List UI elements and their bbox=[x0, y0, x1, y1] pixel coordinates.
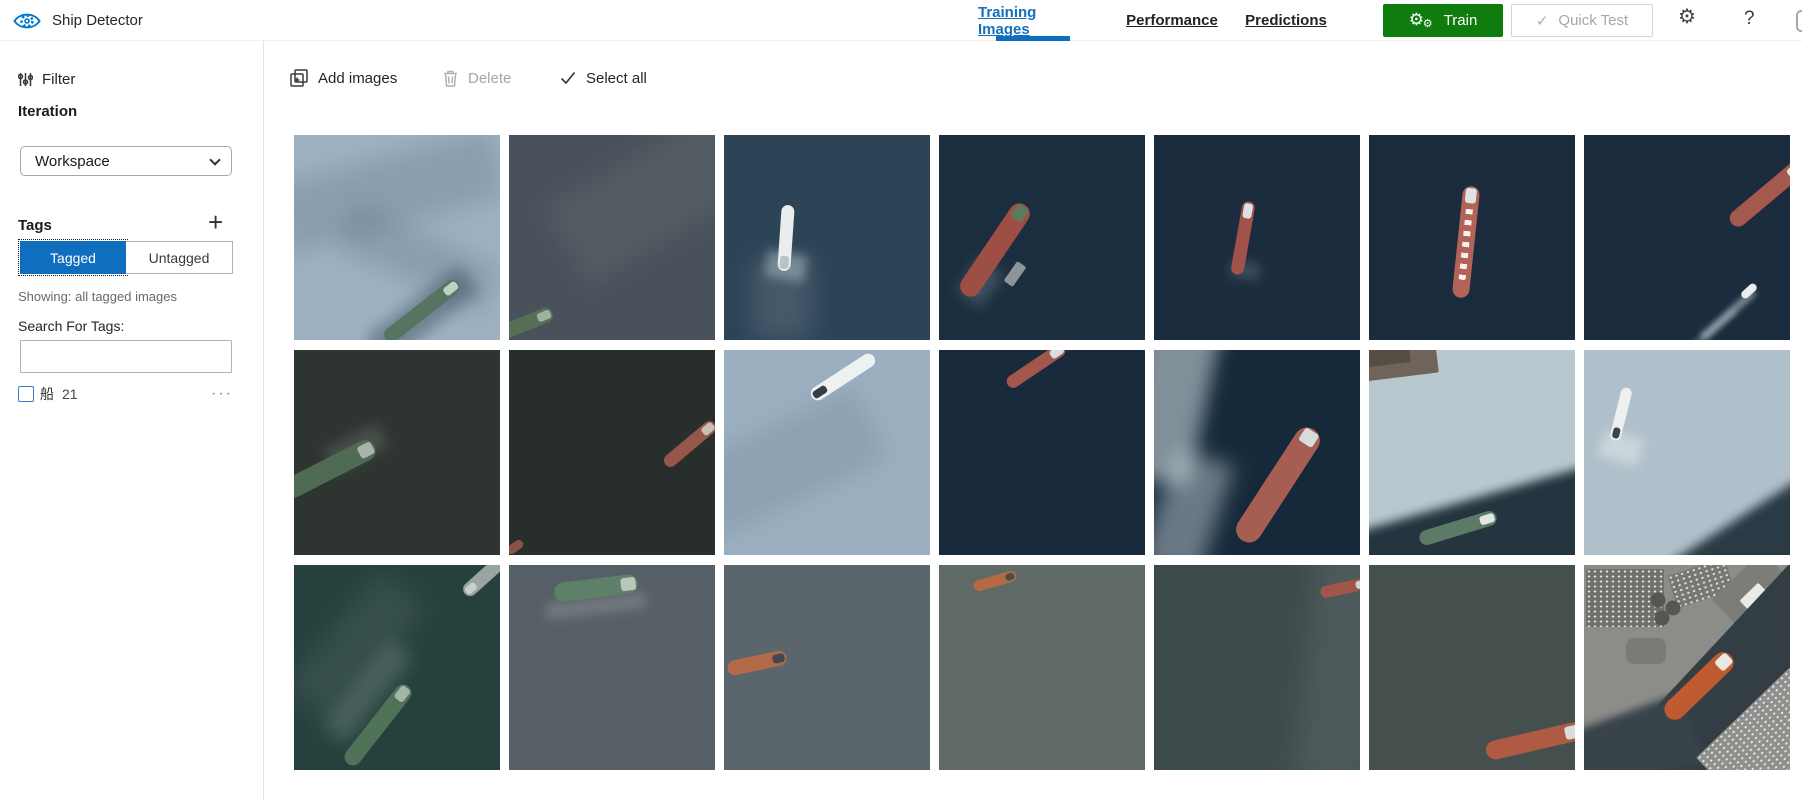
water-feature bbox=[544, 135, 715, 286]
ship bbox=[509, 537, 526, 555]
water-feature bbox=[1625, 638, 1666, 665]
tag-more-menu-icon[interactable]: ··· bbox=[211, 386, 233, 402]
training-image-thumbnail[interactable] bbox=[724, 350, 930, 555]
checkmark-icon: ✓ bbox=[1535, 12, 1549, 30]
custom-vision-eye-logo bbox=[12, 8, 42, 34]
ship bbox=[1609, 386, 1633, 442]
delete-button[interactable]: Delete bbox=[443, 62, 511, 94]
training-image-thumbnail[interactable] bbox=[724, 565, 930, 770]
showing-status-text: Showing: all tagged images bbox=[18, 289, 177, 304]
ship bbox=[1451, 185, 1481, 299]
harbor-tank-shape bbox=[1654, 610, 1670, 626]
water-feature bbox=[724, 386, 889, 540]
tag-name: 船 bbox=[40, 386, 54, 402]
quick-test-label: Quick Test bbox=[1558, 12, 1629, 29]
filter-label: Filter bbox=[42, 71, 76, 88]
tagged-toggle-button[interactable]: Tagged bbox=[18, 239, 128, 276]
tab-training-images[interactable]: Training Images bbox=[978, 0, 1088, 41]
settings-gear-icon[interactable]: ⚙ bbox=[1678, 7, 1696, 27]
tag-count: 21 bbox=[62, 386, 78, 402]
train-gears-icon: ⚙ ⚙ bbox=[1408, 9, 1433, 30]
ship bbox=[459, 565, 500, 600]
harbor-tank-shape bbox=[1650, 592, 1666, 608]
select-all-button[interactable]: Select all bbox=[560, 62, 647, 94]
add-images-button[interactable]: Add images bbox=[290, 62, 397, 94]
ship bbox=[661, 418, 715, 470]
account-icon-partial[interactable] bbox=[1796, 10, 1802, 32]
iteration-select[interactable]: Workspace bbox=[20, 146, 232, 176]
train-button[interactable]: ⚙ ⚙ Train bbox=[1383, 4, 1503, 37]
training-image-thumbnail[interactable] bbox=[294, 565, 500, 770]
ship bbox=[726, 649, 788, 677]
untagged-toggle-button[interactable]: Untagged bbox=[126, 241, 233, 274]
tab-training-images-label: Training Images bbox=[978, 3, 1037, 38]
filter-sliders-icon bbox=[18, 73, 33, 86]
trash-icon bbox=[444, 70, 457, 87]
search-tags-input[interactable] bbox=[20, 340, 232, 373]
training-image-thumbnail[interactable] bbox=[294, 350, 500, 555]
train-button-label: Train bbox=[1443, 12, 1478, 29]
training-image-thumbnail[interactable] bbox=[509, 135, 715, 340]
training-image-thumbnail[interactable] bbox=[939, 350, 1145, 555]
iteration-heading: Iteration bbox=[18, 103, 78, 120]
select-all-check-icon bbox=[560, 71, 576, 85]
chevron-down-icon bbox=[209, 154, 221, 166]
tag-list-item: 船 21 ··· bbox=[18, 384, 233, 404]
iteration-selected-value: Workspace bbox=[35, 152, 110, 170]
filter-toggle[interactable]: Filter bbox=[18, 71, 75, 88]
tab-performance-label: Performance bbox=[1126, 12, 1218, 29]
help-icon[interactable]: ? bbox=[1744, 9, 1755, 28]
training-image-thumbnail[interactable] bbox=[1154, 565, 1360, 770]
ship bbox=[1003, 350, 1068, 391]
training-image-thumbnail[interactable] bbox=[1584, 350, 1790, 555]
ship bbox=[1483, 721, 1575, 762]
tagged-untagged-toggle: Tagged Untagged bbox=[18, 239, 233, 276]
training-image-thumbnail[interactable] bbox=[1584, 565, 1790, 770]
training-image-thumbnail[interactable] bbox=[1154, 135, 1360, 340]
training-image-thumbnail[interactable] bbox=[1369, 135, 1575, 340]
image-grid bbox=[294, 135, 1790, 770]
ship bbox=[971, 570, 1018, 593]
active-tab-underline bbox=[996, 36, 1070, 41]
tags-heading: Tags bbox=[18, 217, 52, 234]
search-tags-label: Search For Tags: bbox=[18, 318, 125, 334]
tab-predictions[interactable]: Predictions bbox=[1244, 0, 1328, 41]
tab-predictions-label: Predictions bbox=[1245, 12, 1327, 29]
water-feature bbox=[1369, 457, 1575, 555]
training-image-thumbnail[interactable] bbox=[1369, 565, 1575, 770]
ship bbox=[1230, 422, 1325, 548]
app-header: Ship Detector Training Images Performanc… bbox=[0, 0, 1802, 41]
ship bbox=[1726, 158, 1790, 231]
water-feature bbox=[1003, 261, 1027, 288]
training-image-thumbnail[interactable] bbox=[294, 135, 500, 340]
tag-checkbox[interactable] bbox=[18, 386, 34, 402]
add-tag-button[interactable]: + bbox=[208, 209, 223, 235]
ship bbox=[509, 305, 556, 340]
tab-performance[interactable]: Performance bbox=[1122, 0, 1222, 41]
project-title: Ship Detector bbox=[52, 12, 143, 29]
water-feature bbox=[1653, 453, 1790, 555]
training-image-thumbnail[interactable] bbox=[939, 135, 1145, 340]
training-image-thumbnail[interactable] bbox=[509, 565, 715, 770]
training-image-thumbnail[interactable] bbox=[509, 350, 715, 555]
training-image-thumbnail[interactable] bbox=[939, 565, 1145, 770]
training-image-thumbnail[interactable] bbox=[724, 135, 930, 340]
quick-test-button[interactable]: ✓ Quick Test bbox=[1511, 4, 1653, 37]
add-images-icon bbox=[290, 69, 308, 87]
add-images-label: Add images bbox=[318, 69, 398, 87]
filter-sidebar: Filter Iteration Workspace Tags + Tagged… bbox=[0, 41, 264, 800]
select-all-label: Select all bbox=[586, 69, 647, 87]
training-image-thumbnail[interactable] bbox=[1584, 135, 1790, 340]
delete-label: Delete bbox=[468, 69, 512, 87]
training-image-thumbnail[interactable] bbox=[1154, 350, 1360, 555]
training-image-thumbnail[interactable] bbox=[1369, 350, 1575, 555]
